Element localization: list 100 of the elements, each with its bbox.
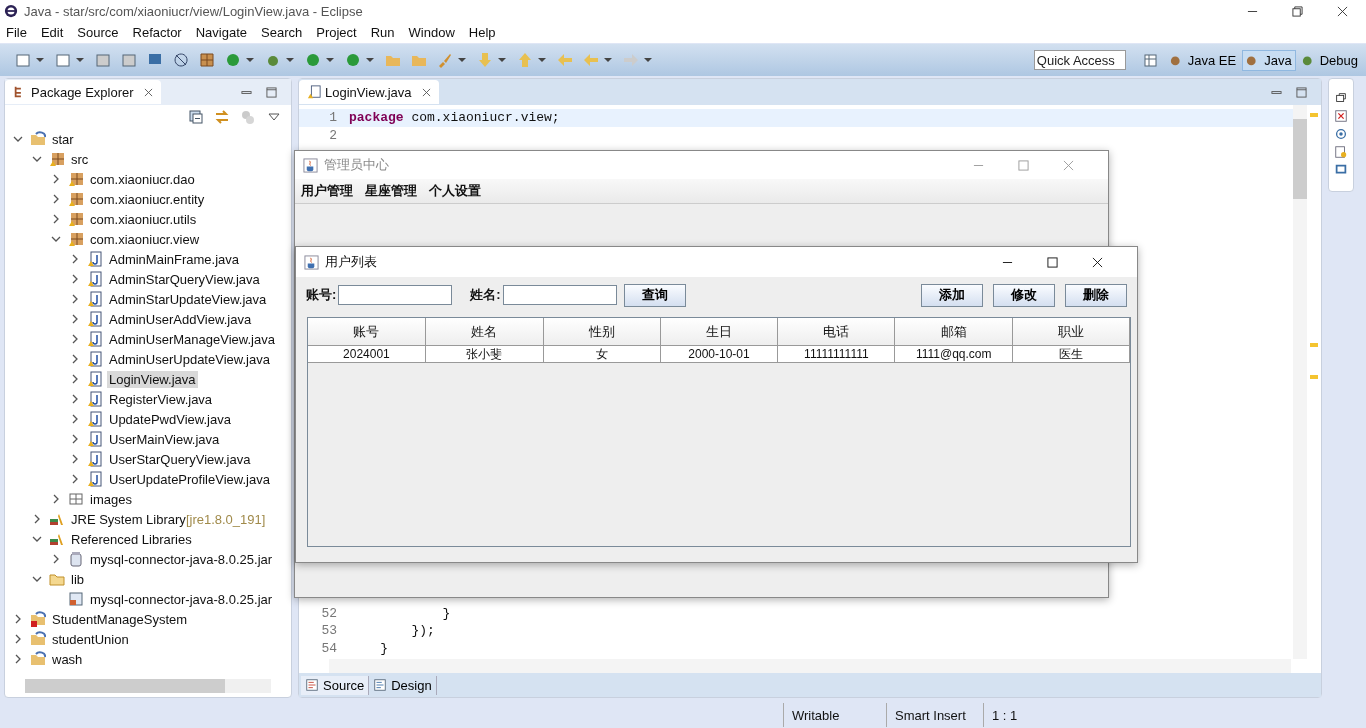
editor-mode-tab[interactable]: Source xyxy=(301,675,370,695)
console-icon[interactable] xyxy=(1334,163,1348,177)
close-icon[interactable] xyxy=(1337,5,1348,17)
menu-item[interactable]: Window xyxy=(408,25,455,40)
menu-item[interactable]: 星座管理 xyxy=(365,182,417,200)
project-folder-icon xyxy=(30,631,46,647)
caret-icon[interactable] xyxy=(76,58,84,62)
tree-item[interactable]: studentUnion xyxy=(50,630,131,648)
tree-item[interactable]: StudentManageSystem xyxy=(50,610,190,628)
caret-icon[interactable] xyxy=(246,58,254,62)
menu-item[interactable]: File xyxy=(6,25,27,40)
column-header[interactable]: 电话 xyxy=(778,318,896,346)
new-icon[interactable] xyxy=(15,52,31,68)
tree-item[interactable]: JRE System Library[jre1.8.0_191] xyxy=(69,510,268,528)
action-button[interactable]: 删除 xyxy=(1065,283,1127,307)
column-header[interactable]: 姓名 xyxy=(425,318,544,346)
open-perspective-icon[interactable] xyxy=(1142,52,1159,68)
tree-item[interactable]: UserMainView.java xyxy=(107,430,222,448)
window-title: Java - star/src/com/xiaoniucr/view/LoginView.java - Eclipse xyxy=(24,3,363,19)
scrollbar-thumb[interactable] xyxy=(1293,119,1307,199)
input-field[interactable] xyxy=(338,285,453,305)
new-icon[interactable] xyxy=(55,52,71,68)
column-header[interactable]: 职业 xyxy=(1013,318,1130,346)
perspective-button[interactable]: Java EE xyxy=(1165,49,1241,71)
horizontal-scrollbar[interactable] xyxy=(329,659,1291,673)
tree-item[interactable]: star xyxy=(50,130,76,148)
menu-item[interactable]: Run xyxy=(370,25,395,40)
column-header[interactable]: 生日 xyxy=(660,318,779,346)
caret-icon[interactable] xyxy=(366,58,374,62)
tree-item[interactable]: lib xyxy=(69,570,86,588)
menu-item[interactable]: Source xyxy=(77,25,119,40)
tree-item[interactable]: images xyxy=(88,490,134,508)
tree-item[interactable]: Referenced Libraries xyxy=(69,530,194,548)
table-cell: 女 xyxy=(543,346,661,363)
caret-icon[interactable] xyxy=(326,58,334,62)
tree-item[interactable]: AdminUserUpdateView.java xyxy=(107,350,272,368)
caret-icon[interactable] xyxy=(538,58,546,62)
declaration-icon[interactable] xyxy=(1334,145,1348,159)
collapse-all-icon[interactable] xyxy=(188,109,204,125)
tree-item[interactable]: UpdatePwdView.java xyxy=(107,410,233,428)
scrollbar-thumb[interactable] xyxy=(25,679,225,693)
maximize-icon[interactable] xyxy=(1047,256,1058,268)
column-header[interactable]: 性别 xyxy=(543,318,661,346)
quick-access-field[interactable]: Quick Access xyxy=(1033,50,1126,70)
package-icon xyxy=(68,191,84,207)
caret-icon[interactable] xyxy=(286,58,294,62)
package-icon[interactable] xyxy=(199,52,215,68)
menu-item[interactable]: Project xyxy=(316,25,357,40)
maximize-icon[interactable] xyxy=(1296,86,1307,98)
tree-item[interactable]: AdminMainFrame.java xyxy=(107,250,242,268)
package-explorer-tab[interactable]: Package Explorer xyxy=(5,80,161,104)
caret-icon[interactable] xyxy=(644,58,652,62)
tree-item[interactable]: mysql-connector-java-8.0.25.jar xyxy=(88,550,275,568)
tree-item[interactable]: UserUpdateProfileView.java xyxy=(107,470,272,488)
tree-item[interactable]: RegisterView.java xyxy=(107,390,215,408)
tree-item[interactable]: com.xiaoniucr.entity xyxy=(88,190,207,208)
tree-item[interactable]: com.xiaoniucr.dao xyxy=(88,170,197,188)
caret-icon[interactable] xyxy=(36,58,44,62)
perspective-button[interactable]: Debug xyxy=(1297,49,1362,71)
problems-icon[interactable] xyxy=(1334,109,1348,123)
tree-item[interactable]: AdminStarUpdateView.java xyxy=(107,290,269,308)
menu-item[interactable]: Help xyxy=(468,25,496,40)
menu-item[interactable]: 个人设置 xyxy=(429,182,481,200)
input-field[interactable] xyxy=(502,285,617,305)
search-button[interactable]: 查询 xyxy=(623,283,686,307)
horizontal-scrollbar[interactable] xyxy=(25,679,271,693)
menu-item[interactable]: 用户管理 xyxy=(301,182,353,200)
column-header[interactable]: 账号 xyxy=(308,318,426,346)
tree-item[interactable]: src xyxy=(69,150,91,168)
tree-item[interactable]: UserStarQueryView.java xyxy=(107,450,253,468)
tree-item[interactable]: AdminStarQueryView.java xyxy=(107,270,262,288)
action-button[interactable]: 添加 xyxy=(921,283,983,307)
tree-item[interactable]: LoginView.java xyxy=(107,370,198,388)
perspective-button[interactable]: Java xyxy=(1242,49,1296,71)
tree-item[interactable]: AdminUserManageView.java xyxy=(107,330,277,348)
close-icon[interactable] xyxy=(1092,256,1103,268)
caret-icon[interactable] xyxy=(498,58,506,62)
editor-mode-tab[interactable]: Design xyxy=(369,675,437,695)
action-button[interactable]: 修改 xyxy=(993,283,1055,307)
tree-item[interactable]: com.xiaoniucr.utils xyxy=(88,210,199,228)
menu-item[interactable]: Navigate xyxy=(195,25,247,40)
caret-icon[interactable] xyxy=(458,58,466,62)
tree-item[interactable]: wash xyxy=(50,650,85,668)
link-arrows-icon[interactable] xyxy=(214,109,230,125)
restore-icon[interactable] xyxy=(1334,91,1348,105)
maximize-icon[interactable] xyxy=(266,86,277,98)
restore-icon[interactable] xyxy=(1292,5,1303,17)
column-header[interactable]: 邮箱 xyxy=(895,318,1014,346)
project-folder-icon xyxy=(30,611,46,627)
tree-item[interactable]: AdminUserAddView.java xyxy=(107,310,254,328)
tree-item[interactable]: mysql-connector-java-8.0.25.jar xyxy=(88,590,275,608)
menu-item[interactable]: Refactor xyxy=(132,25,182,40)
menu-item[interactable]: Edit xyxy=(40,25,64,40)
menu-item[interactable]: Search xyxy=(261,25,303,40)
caret-icon[interactable] xyxy=(604,58,612,62)
tree-item[interactable]: com.xiaoniucr.view xyxy=(88,230,202,248)
run-icon[interactable] xyxy=(305,52,321,68)
at-sign-icon[interactable] xyxy=(1334,127,1348,141)
vertical-scrollbar[interactable] xyxy=(1293,105,1307,659)
editor-tab[interactable]: LoginView.java xyxy=(299,80,439,104)
